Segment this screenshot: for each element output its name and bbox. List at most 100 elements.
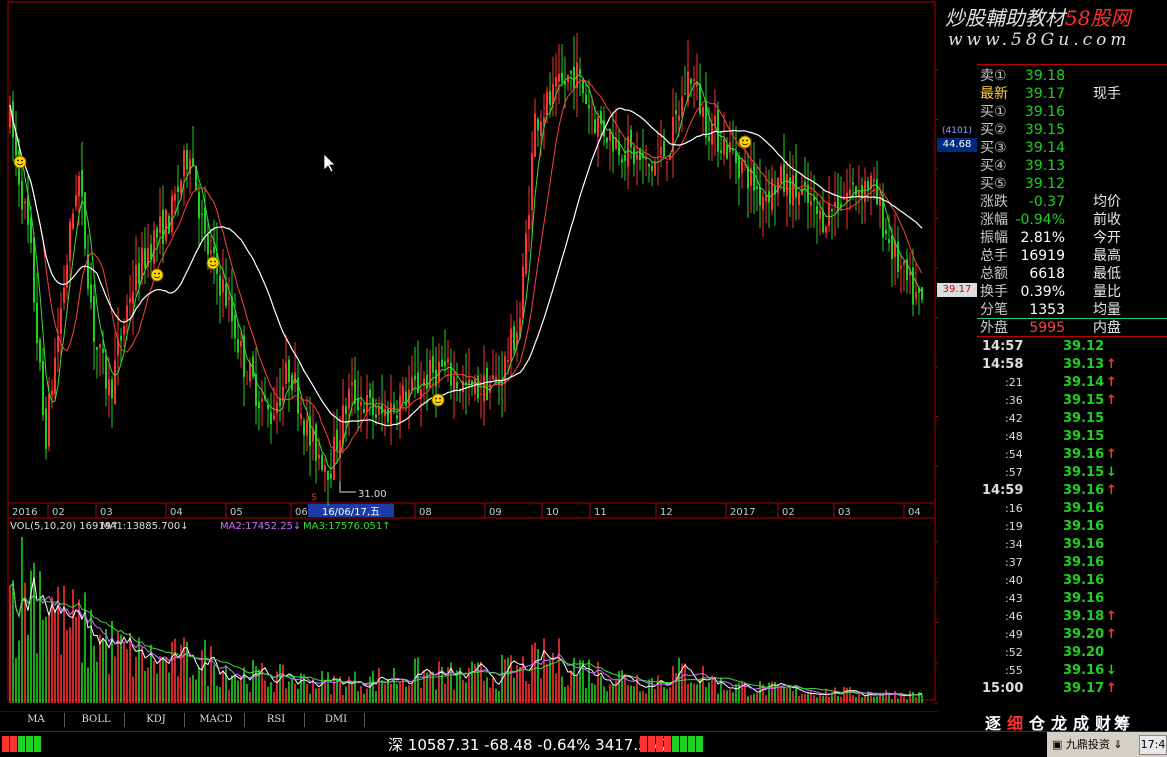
quote-value: 39.12 [1024,176,1065,192]
time-axis-label: 11 [594,507,607,518]
down-arrow-icon: ↓ [1106,465,1117,480]
tick-row[interactable]: 14:59 39.16 ↑ [979,482,1167,500]
up-arrow-icon: ↑ [1106,393,1117,408]
quote-sell1: 卖① 39.18 [977,67,1167,85]
up-arrow-icon: ↑ [1106,357,1117,372]
tab-macd[interactable]: MACD [188,713,245,727]
kline-chart-svg[interactable]: 48.0046.0044.0042.0040.0038.0036.0034.00… [0,0,938,712]
quote-label: 买① [980,104,1007,120]
tab-ma[interactable]: MA [8,713,65,727]
tick-time: :34 [1005,538,1023,551]
kline-chart-area[interactable]: 48.0046.0044.0042.0040.0038.0036.0034.00… [0,0,938,712]
tick-row[interactable]: :55 39.16 ↓ [979,662,1167,680]
smiley-face-icon [206,256,220,270]
quote-label2: 均价 [1093,194,1121,210]
tick-row[interactable]: :57 39.15 ↓ [979,464,1167,482]
time-axis-label: 10 [546,507,559,518]
tray-clock[interactable]: 17:4 [1139,735,1167,755]
tick-price: 39.15 [1063,411,1105,426]
tick-row[interactable]: :54 39.16 ↑ [979,446,1167,464]
tick-row[interactable]: :48 39.15 [979,428,1167,446]
tick-row[interactable]: :42 39.15 [979,410,1167,428]
quote-value: 6618 [1029,266,1065,282]
smiley-eye [210,260,212,263]
quote-label: 买② [980,122,1007,138]
quote-change: 涨跌 -0.37 均价 [977,193,1167,211]
smiley-eye [154,272,156,275]
quote-value: 16919 [1020,248,1065,264]
tick-time: :57 [1005,466,1023,479]
quote-value: 39.14 [1024,140,1065,156]
vol-ma1-line [9,577,923,697]
tick-row[interactable]: :37 39.16 [979,554,1167,572]
quote-amplitude: 振幅 2.81% 今开 [977,229,1167,247]
quote-value: 39.18 [1024,68,1065,84]
quote-total-amount: 总额 6618 最低 [977,265,1167,283]
quote-label: 总额 [980,266,1008,282]
tick-price: 39.16 [1063,519,1105,534]
tick-row[interactable]: 14:58 39.13 ↑ [979,356,1167,374]
tick-row[interactable]: :19 39.16 [979,518,1167,536]
up-arrow-icon: ↑ [1106,627,1117,642]
tick-row[interactable]: :40 39.16 [979,572,1167,590]
quote-label: 换手 [980,284,1008,300]
tick-row[interactable]: 15:00 39.17 ↑ [979,680,1167,698]
smiley-eye [17,159,19,162]
mouse-pointer-icon [323,153,336,173]
tick-time: :19 [1005,520,1023,533]
current-price-tag: 39.17 [937,283,977,297]
time-axis-label: 02 [52,507,65,518]
time-axis-label: 06 [295,507,308,518]
tab-kdj[interactable]: KDJ [128,713,185,727]
time-axis-label: 02 [782,507,795,518]
time-axis-label: 04 [908,507,921,518]
quote-label: 卖① [980,68,1007,84]
tick-price: 39.16 [1063,555,1105,570]
quote-label2: 最低 [1093,266,1121,282]
tick-price: 39.12 [1063,339,1105,354]
up-arrow-icon: ↑ [1106,375,1117,390]
quote-label: 买⑤ [980,176,1007,192]
up-arrow-icon: ↑ [1106,681,1117,696]
quote-label2: 均量 [1093,302,1121,318]
tick-price: 39.16 [1063,573,1105,588]
tick-time: :55 [1005,664,1023,677]
index-quote[interactable]: 深 10587.31 -68.48 -0.64% 3417.55亿 [388,734,672,755]
tick-row[interactable]: :46 39.18 ↑ [979,608,1167,626]
tick-price: 39.16 [1063,501,1105,516]
tick-row[interactable]: 14:57 39.12 [979,338,1167,356]
tick-row[interactable]: :49 39.20 ↑ [979,626,1167,644]
up-arrow-icon: ↑ [1106,447,1117,462]
tick-price: 39.16 [1063,483,1105,498]
tab-dmi[interactable]: DMI [308,713,365,727]
taskbar-tray[interactable]: ▣ 九鼎投资 ⇓ 17:4 [1047,732,1167,757]
tick-time: :42 [1005,412,1023,425]
tick-row[interactable]: :21 39.14 ↑ [979,374,1167,392]
index-change: -68.48 [484,736,533,754]
quote-divider-top [977,64,1167,65]
quote-label: 振幅 [980,230,1008,246]
tick-price: 39.20 [1063,627,1105,642]
tick-row[interactable]: :34 39.16 [979,536,1167,554]
watermark-title: 炒股輔助教材58股网 [945,2,1130,31]
down-arrow-icon: ↓ [1106,663,1117,678]
tick-row[interactable]: :16 39.16 [979,500,1167,518]
tick-row[interactable]: :52 39.20 [979,644,1167,662]
quote-value: -0.94% [1015,212,1065,228]
tab-rsi[interactable]: RSI [248,713,305,727]
status-bar: 深 10587.31 -68.48 -0.64% 3417.55亿 ▣ 九鼎投资… [0,731,1167,757]
quote-label2: 现手 [1093,86,1121,102]
smiley-eye [214,260,216,263]
tray-app-label[interactable]: ▣ 九鼎投资 ⇓ [1052,736,1123,752]
quote-label2: 量比 [1093,284,1121,300]
quote-label: 涨幅 [980,212,1008,228]
tick-price: 39.17 [1063,681,1105,696]
quote-value: 0.39% [1020,284,1065,300]
tick-row[interactable]: :43 39.16 [979,590,1167,608]
quote-turnover: 换手 0.39% 量比 [977,283,1167,301]
time-axis-label: 03 [100,507,113,518]
tick-row[interactable]: :36 39.15 ↑ [979,392,1167,410]
quote-buy3: 买③ 39.14 [977,139,1167,157]
tab-boll[interactable]: BOLL [68,713,125,727]
quote-label: 分笔 [980,302,1008,318]
